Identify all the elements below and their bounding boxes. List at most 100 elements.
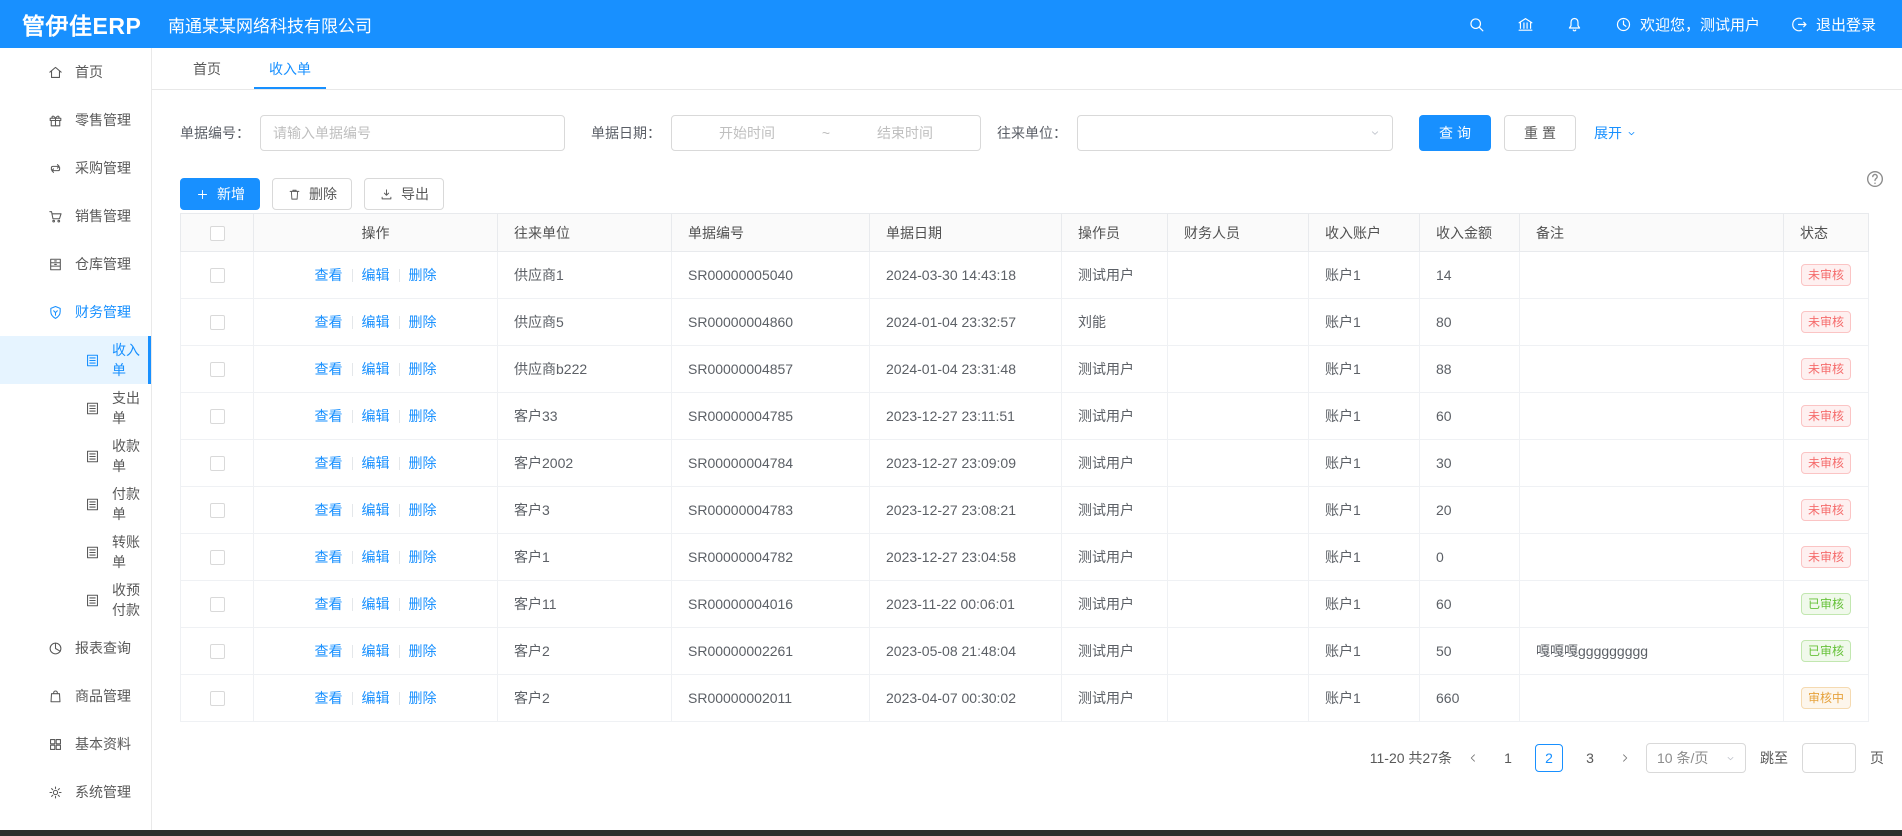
sidebar-item-sales[interactable]: 销售管理 bbox=[0, 192, 151, 240]
status-badge: 已审核 bbox=[1801, 640, 1851, 662]
date-end-placeholder: 结束时间 bbox=[877, 123, 933, 143]
search-icon[interactable] bbox=[1467, 15, 1486, 34]
operator-cell: 刘能 bbox=[1062, 299, 1168, 346]
sidebar-item-basic-data[interactable]: 基本资料 bbox=[0, 720, 151, 768]
doc-no-input[interactable] bbox=[260, 115, 565, 151]
bank-icon[interactable] bbox=[1516, 15, 1535, 34]
sidebar-item-purchase[interactable]: 采购管理 bbox=[0, 144, 151, 192]
column-header: 操作员 bbox=[1062, 214, 1168, 252]
row-checkbox[interactable] bbox=[210, 597, 225, 612]
delete-link[interactable]: 删除 bbox=[409, 547, 437, 567]
sidebar-item-finance[interactable]: 财务管理 bbox=[0, 288, 151, 336]
sidebar-item-products[interactable]: 商品管理 bbox=[0, 672, 151, 720]
gift-icon bbox=[47, 112, 64, 129]
delete-link[interactable]: 删除 bbox=[409, 406, 437, 426]
edit-link[interactable]: 编辑 bbox=[362, 312, 390, 332]
delete-link[interactable]: 删除 bbox=[409, 359, 437, 379]
tab-home[interactable]: 首页 bbox=[193, 48, 221, 89]
edit-link[interactable]: 编辑 bbox=[362, 406, 390, 426]
view-link[interactable]: 查看 bbox=[315, 453, 343, 473]
edit-link[interactable]: 编辑 bbox=[362, 500, 390, 520]
sidebar-subitem-transfer[interactable]: 转账单 bbox=[0, 528, 151, 576]
date-range-input[interactable]: 开始时间 ~ 结束时间 bbox=[671, 115, 981, 151]
row-actions: 查看编辑删除 bbox=[254, 641, 497, 661]
partner-cell: 客户11 bbox=[498, 581, 672, 628]
edit-link[interactable]: 编辑 bbox=[362, 453, 390, 473]
delete-link[interactable]: 删除 bbox=[409, 453, 437, 473]
row-checkbox[interactable] bbox=[210, 503, 225, 518]
partner-select[interactable] bbox=[1077, 115, 1393, 151]
select-all-cell bbox=[181, 214, 254, 252]
welcome-user[interactable]: 欢迎您，测试用户 bbox=[1614, 14, 1760, 35]
view-link[interactable]: 查看 bbox=[315, 641, 343, 661]
date-cell: 2023-12-27 23:04:58 bbox=[870, 534, 1062, 581]
page-2[interactable]: 2 bbox=[1535, 744, 1563, 772]
sidebar-subitem-receipt[interactable]: 收款单 bbox=[0, 432, 151, 480]
sidebar-subitem-advance[interactable]: 收预付款 bbox=[0, 576, 151, 624]
sidebar-subitem-income[interactable]: 收入单 bbox=[0, 336, 151, 384]
delete-link[interactable]: 删除 bbox=[409, 265, 437, 285]
view-link[interactable]: 查看 bbox=[315, 500, 343, 520]
plus-icon bbox=[195, 187, 210, 202]
sidebar-subitem-payment[interactable]: 付款单 bbox=[0, 480, 151, 528]
sidebar-item-system[interactable]: 系统管理 bbox=[0, 768, 151, 816]
view-link[interactable]: 查看 bbox=[315, 406, 343, 426]
search-button[interactable]: 查询 bbox=[1419, 115, 1491, 151]
sidebar-item-reports[interactable]: 报表查询 bbox=[0, 624, 151, 672]
row-checkbox[interactable] bbox=[210, 268, 225, 283]
edit-link[interactable]: 编辑 bbox=[362, 547, 390, 567]
sidebar-item-retail[interactable]: 零售管理 bbox=[0, 96, 151, 144]
row-checkbox[interactable] bbox=[210, 691, 225, 706]
delete-link[interactable]: 删除 bbox=[409, 688, 437, 708]
next-page-icon[interactable] bbox=[1618, 751, 1632, 765]
partner-cell: 客户2 bbox=[498, 628, 672, 675]
export-button[interactable]: 导出 bbox=[364, 178, 444, 210]
row-checkbox[interactable] bbox=[210, 456, 225, 471]
row-checkbox[interactable] bbox=[210, 644, 225, 659]
sidebar-subitem-expense[interactable]: 支出单 bbox=[0, 384, 151, 432]
edit-link[interactable]: 编辑 bbox=[362, 359, 390, 379]
bell-icon[interactable] bbox=[1565, 15, 1584, 34]
page-3[interactable]: 3 bbox=[1576, 744, 1604, 772]
delete-link[interactable]: 删除 bbox=[409, 500, 437, 520]
view-link[interactable]: 查看 bbox=[315, 547, 343, 567]
edit-link[interactable]: 编辑 bbox=[362, 265, 390, 285]
doc-no-label: 单据编号： bbox=[180, 123, 250, 143]
table-row: 查看编辑删除客户33SR000000047852023-12-27 23:11:… bbox=[181, 393, 1869, 440]
row-checkbox[interactable] bbox=[210, 315, 225, 330]
row-actions-cell: 查看编辑删除 bbox=[254, 487, 498, 534]
delete-link[interactable]: 删除 bbox=[409, 641, 437, 661]
account-cell: 账户1 bbox=[1309, 487, 1420, 534]
column-header: 单据日期 bbox=[870, 214, 1062, 252]
row-checkbox[interactable] bbox=[210, 409, 225, 424]
page-1[interactable]: 1 bbox=[1494, 744, 1522, 772]
view-link[interactable]: 查看 bbox=[315, 312, 343, 332]
logout-button[interactable]: 退出登录 bbox=[1790, 14, 1876, 35]
finance-staff-cell bbox=[1168, 675, 1309, 722]
delete-button[interactable]: 删除 bbox=[272, 178, 352, 210]
view-link[interactable]: 查看 bbox=[315, 265, 343, 285]
row-checkbox[interactable] bbox=[210, 550, 225, 565]
view-link[interactable]: 查看 bbox=[315, 594, 343, 614]
row-checkbox[interactable] bbox=[210, 362, 225, 377]
sidebar-item-home[interactable]: 首页 bbox=[0, 48, 151, 96]
sidebar: 首页零售管理采购管理销售管理仓库管理财务管理收入单支出单收款单付款单转账单收预付… bbox=[0, 48, 152, 830]
prev-page-icon[interactable] bbox=[1466, 751, 1480, 765]
reset-button[interactable]: 重置 bbox=[1504, 115, 1576, 151]
page-size-select[interactable]: 10 条/页 bbox=[1646, 743, 1746, 773]
operator-cell: 测试用户 bbox=[1062, 675, 1168, 722]
add-button[interactable]: 新增 bbox=[180, 178, 260, 210]
status-cell: 未审核 bbox=[1784, 393, 1869, 440]
sidebar-item-warehouse[interactable]: 仓库管理 bbox=[0, 240, 151, 288]
delete-link[interactable]: 删除 bbox=[409, 594, 437, 614]
edit-link[interactable]: 编辑 bbox=[362, 594, 390, 614]
edit-link[interactable]: 编辑 bbox=[362, 641, 390, 661]
jump-page-input[interactable] bbox=[1802, 743, 1856, 773]
select-all-checkbox[interactable] bbox=[210, 226, 225, 241]
edit-link[interactable]: 编辑 bbox=[362, 688, 390, 708]
view-link[interactable]: 查看 bbox=[315, 359, 343, 379]
delete-link[interactable]: 删除 bbox=[409, 312, 437, 332]
tab-income[interactable]: 收入单 bbox=[269, 48, 311, 89]
view-link[interactable]: 查看 bbox=[315, 688, 343, 708]
expand-link[interactable]: 展开 bbox=[1594, 123, 1638, 143]
